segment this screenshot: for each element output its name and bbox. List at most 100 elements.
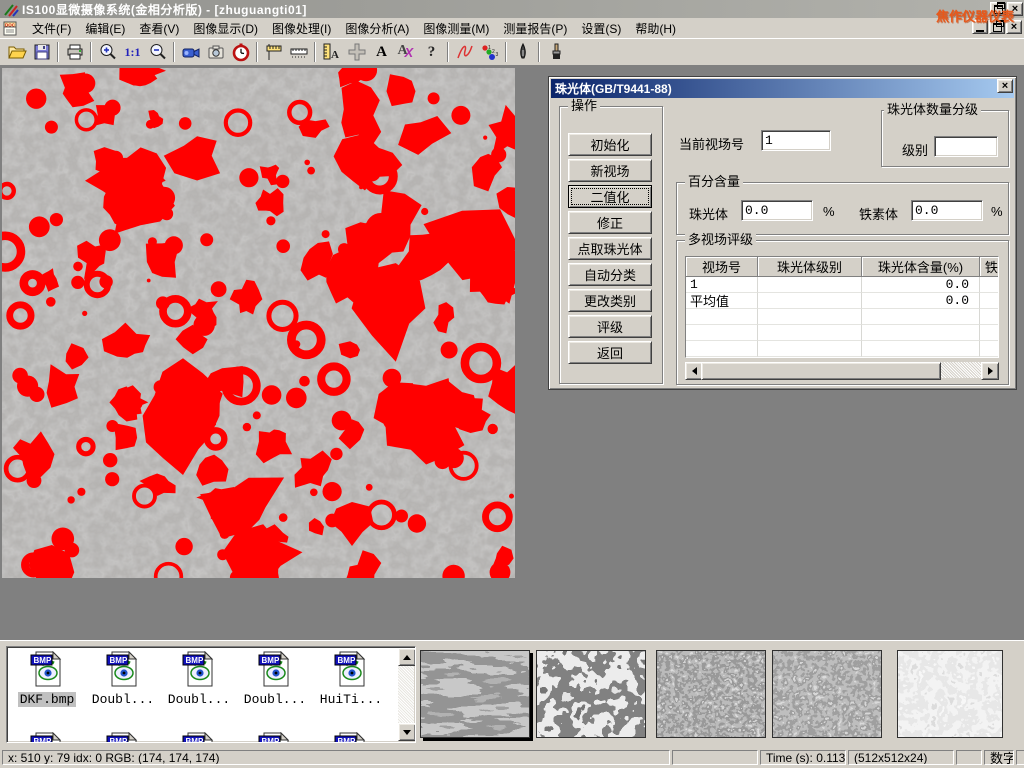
- op-button-2[interactable]: 新视场: [568, 159, 652, 182]
- table-row[interactable]: 平均值0.0: [686, 293, 998, 309]
- table-row[interactable]: [686, 325, 998, 341]
- micrograph-image[interactable]: [2, 68, 515, 578]
- pearlite-label: 珠光体: [689, 204, 728, 223]
- snapshot-button[interactable]: [203, 40, 228, 64]
- delete-text-button[interactable]: A X: [394, 40, 419, 64]
- thumbnail-4[interactable]: [772, 650, 882, 738]
- dialog-close-button[interactable]: ×: [997, 79, 1013, 93]
- window-close-button[interactable]: ×: [1007, 2, 1023, 16]
- file-name[interactable]: Doubl...: [90, 692, 156, 707]
- table-header[interactable]: 珠光体级别: [758, 257, 862, 277]
- help-button[interactable]: ?: [419, 40, 444, 64]
- text-tool-button[interactable]: A: [369, 40, 394, 64]
- file-name[interactable]: Doubl...: [242, 692, 308, 707]
- menu-item-2[interactable]: 编辑(E): [78, 18, 132, 39]
- scroll-down-button[interactable]: [398, 723, 416, 741]
- scroll-right-button[interactable]: [981, 362, 999, 380]
- restore-icon: [993, 23, 1002, 32]
- video-capture-button[interactable]: [178, 40, 203, 64]
- op-button-5[interactable]: 点取珠光体: [568, 237, 652, 260]
- child-minimize-button[interactable]: [972, 20, 988, 34]
- thumbnail-5[interactable]: [897, 650, 1003, 738]
- curve-tool-button[interactable]: [452, 40, 477, 64]
- file-item[interactable]: BMPDKF.bmp: [9, 651, 85, 707]
- menu-item-7[interactable]: 图像测量(M): [416, 18, 496, 39]
- operations-group: 操作 初始化新视场二值化修正点取珠光体自动分类更改类别评级返回: [559, 106, 663, 384]
- file-browser[interactable]: BMPDKF.bmpBMPDoubl...BMPDoubl...BMPDoubl…: [6, 646, 416, 743]
- print-button[interactable]: [62, 40, 87, 64]
- file-item-partial[interactable]: BMP: [313, 732, 389, 743]
- thumbnail-2[interactable]: [536, 650, 646, 738]
- curve-icon: [455, 42, 475, 62]
- status-empty-3: [1016, 750, 1024, 765]
- table-header[interactable]: 视场号: [686, 257, 758, 277]
- pearlite-input[interactable]: [741, 200, 813, 221]
- dialog-titlebar[interactable]: 珠光体(GB/T9441-88): [551, 79, 1014, 98]
- file-item-partial[interactable]: BMP: [237, 732, 313, 743]
- left-arrow-icon: [692, 367, 697, 375]
- op-button-1[interactable]: 初始化: [568, 133, 652, 156]
- ferrite-input[interactable]: [911, 200, 983, 221]
- save-button[interactable]: [29, 40, 54, 64]
- file-item[interactable]: BMPDoubl...: [161, 651, 237, 707]
- thumbnail-3[interactable]: [656, 650, 766, 738]
- measure-length-button[interactable]: [261, 40, 286, 64]
- table-header[interactable]: 珠光体含量(%): [862, 257, 980, 277]
- move-tool-button[interactable]: [344, 40, 369, 64]
- actual-size-button[interactable]: 1:1: [120, 40, 145, 64]
- scroll-up-button[interactable]: [398, 648, 416, 666]
- op-button-8[interactable]: 评级: [568, 315, 652, 338]
- level-input[interactable]: [934, 136, 998, 157]
- vertical-ruler-icon: [264, 42, 284, 62]
- thumbnail-1[interactable]: [420, 650, 530, 738]
- file-item[interactable]: BMPDoubl...: [85, 651, 161, 707]
- menu-item-3[interactable]: 查看(V): [132, 18, 186, 39]
- menu-item-10[interactable]: 帮助(H): [628, 18, 683, 39]
- menu-item-1[interactable]: 文件(F): [25, 18, 78, 39]
- open-file-button[interactable]: [4, 40, 29, 64]
- menu-item-4[interactable]: 图像显示(D): [186, 18, 265, 39]
- zoom-in-button[interactable]: [95, 40, 120, 64]
- file-item-partial[interactable]: BMP: [9, 732, 85, 743]
- file-list-scrollbar[interactable]: [398, 648, 414, 741]
- classify-dots-icon: 1 2 3: [480, 42, 500, 62]
- menu-item-6[interactable]: 图像分析(A): [338, 18, 416, 39]
- timer-button[interactable]: [228, 40, 253, 64]
- table-row[interactable]: [686, 309, 998, 325]
- document-icon[interactable]: DOC: [3, 20, 19, 36]
- child-close-button[interactable]: ×: [1006, 20, 1022, 34]
- file-name[interactable]: Doubl...: [166, 692, 232, 707]
- menu-item-9[interactable]: 设置(S): [574, 18, 628, 39]
- op-button-4[interactable]: 修正: [568, 211, 652, 234]
- op-button-7[interactable]: 更改类别: [568, 289, 652, 312]
- op-button-6[interactable]: 自动分类: [568, 263, 652, 286]
- pen-tool-button[interactable]: [510, 40, 535, 64]
- classify-tool-button[interactable]: 1 2 3: [477, 40, 502, 64]
- file-item-partial[interactable]: BMP: [161, 732, 237, 743]
- table-row[interactable]: 10.0: [686, 277, 998, 293]
- current-field-input[interactable]: [761, 130, 831, 151]
- table-hscrollbar[interactable]: [685, 362, 999, 378]
- file-name[interactable]: DKF.bmp: [18, 692, 77, 707]
- table-row[interactable]: [686, 341, 998, 357]
- hscrollbar-thumb[interactable]: [701, 362, 941, 380]
- file-item-partial[interactable]: BMP: [85, 732, 161, 743]
- table-cell: [758, 341, 862, 357]
- window-restore-button[interactable]: [990, 2, 1006, 16]
- percent-legend: 百分含量: [685, 175, 743, 189]
- brush-tool-button[interactable]: [543, 40, 568, 64]
- menu-item-8[interactable]: 测量报告(P): [496, 18, 574, 39]
- child-restore-button[interactable]: [989, 20, 1005, 34]
- op-button-3[interactable]: 二值化: [568, 185, 652, 208]
- zoom-out-button[interactable]: [145, 40, 170, 64]
- table-cell: [758, 309, 862, 325]
- menu-item-5[interactable]: 图像处理(I): [265, 18, 338, 39]
- op-button-9[interactable]: 返回: [568, 341, 652, 364]
- rating-table[interactable]: 视场号珠光体级别珠光体含量(%)铁素体含量(%) 10.0平均值0.0: [685, 256, 999, 358]
- calibration-button[interactable]: A: [319, 40, 344, 64]
- measure-distance-button[interactable]: [286, 40, 311, 64]
- file-item[interactable]: BMPDoubl...: [237, 651, 313, 707]
- table-header[interactable]: 铁素体含量(%): [980, 257, 999, 277]
- file-item[interactable]: BMPHuiTi...: [313, 651, 389, 707]
- file-name[interactable]: HuiTi...: [318, 692, 384, 707]
